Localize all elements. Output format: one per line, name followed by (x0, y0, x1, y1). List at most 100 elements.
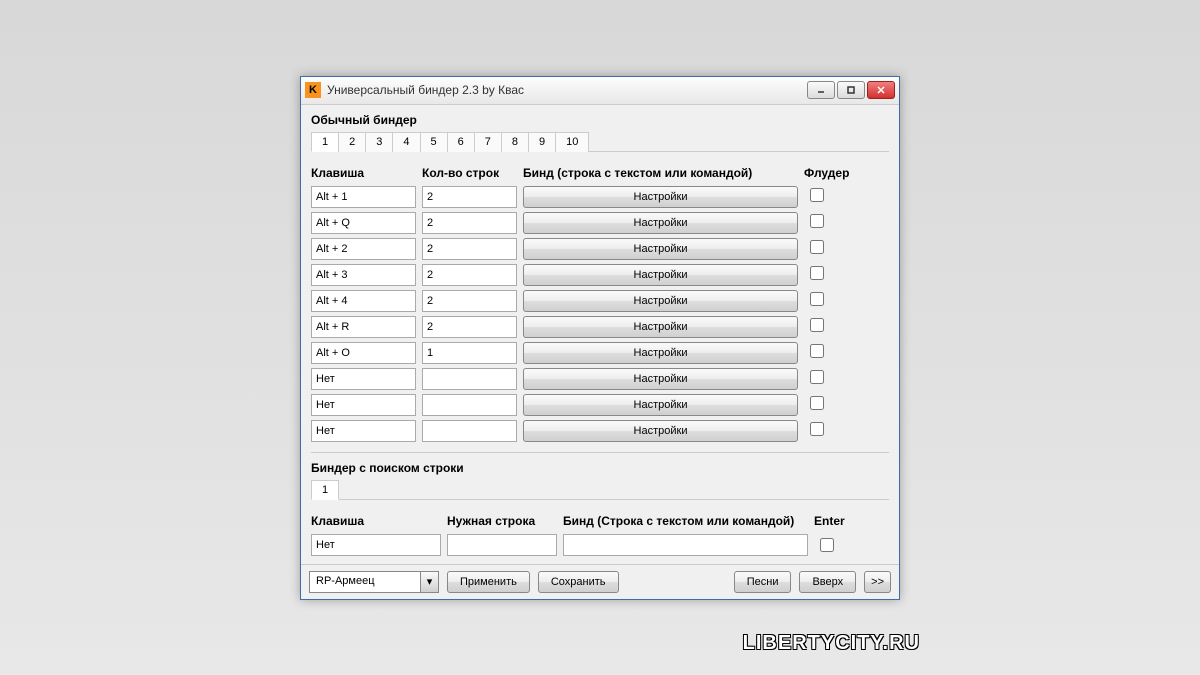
window-title: Универсальный биндер 2.3 by Квас (327, 83, 807, 97)
bind-row: Настройки (311, 238, 889, 260)
bind-row: Настройки (311, 342, 889, 364)
key-input[interactable] (311, 264, 416, 286)
key-input[interactable] (311, 316, 416, 338)
settings-button[interactable]: Настройки (523, 368, 798, 390)
songs-button[interactable]: Песни (734, 571, 792, 593)
header2-key: Клавиша (311, 514, 441, 528)
settings-button[interactable]: Настройки (523, 238, 798, 260)
key-input[interactable] (311, 368, 416, 390)
settings-button[interactable]: Настройки (523, 186, 798, 208)
search-needed-input[interactable] (447, 534, 557, 556)
window-controls (807, 81, 895, 99)
lines-input[interactable] (422, 368, 517, 390)
minimize-button[interactable] (807, 81, 835, 99)
section1-title: Обычный биндер (311, 113, 889, 127)
flooder-checkbox[interactable] (810, 344, 824, 358)
key-input[interactable] (311, 186, 416, 208)
section1-rows: Настройки Настройки Настройки Настройки Наст… (311, 186, 889, 442)
bind-row: Настройки (311, 394, 889, 416)
tab-1[interactable]: 1 (311, 132, 339, 152)
bind-row: Настройки (311, 420, 889, 442)
tab-7[interactable]: 7 (474, 132, 502, 152)
search-enter-checkbox[interactable] (820, 538, 834, 552)
settings-button[interactable]: Настройки (523, 394, 798, 416)
section2-tabs: 1 (311, 479, 889, 500)
lines-input[interactable] (422, 316, 517, 338)
lines-input[interactable] (422, 290, 517, 312)
chevron-down-icon: ▾ (420, 572, 438, 592)
titlebar: K Универсальный биндер 2.3 by Квас (301, 77, 899, 105)
flooder-checkbox[interactable] (810, 292, 824, 306)
profile-combo[interactable]: RP-Армеец ▾ (309, 571, 439, 593)
bind-row: Настройки (311, 316, 889, 338)
header2-enter: Enter (814, 514, 864, 528)
tab-8[interactable]: 8 (501, 132, 529, 152)
settings-button[interactable]: Настройки (523, 342, 798, 364)
up-button[interactable]: Вверх (799, 571, 856, 593)
app-icon: K (305, 82, 321, 98)
lines-input[interactable] (422, 394, 517, 416)
settings-button[interactable]: Настройки (523, 420, 798, 442)
divider (311, 452, 889, 453)
combo-value: RP-Армеец (310, 572, 420, 592)
flooder-checkbox[interactable] (810, 266, 824, 280)
lines-input[interactable] (422, 342, 517, 364)
flooder-checkbox[interactable] (810, 240, 824, 254)
section1-headers: Клавиша Кол-во строк Бинд (строка с текс… (311, 166, 889, 180)
key-input[interactable] (311, 212, 416, 234)
flooder-checkbox[interactable] (810, 318, 824, 332)
header2-bind: Бинд (Строка с текстом или командой) (563, 514, 808, 528)
section1-tabs: 12345678910 (311, 131, 889, 152)
tab-9[interactable]: 9 (528, 132, 556, 152)
close-button[interactable] (867, 81, 895, 99)
key-input[interactable] (311, 420, 416, 442)
tab-6[interactable]: 6 (447, 132, 475, 152)
maximize-button[interactable] (837, 81, 865, 99)
tab-2[interactable]: 2 (338, 132, 366, 152)
more-button[interactable]: >> (864, 571, 891, 593)
flooder-checkbox[interactable] (810, 396, 824, 410)
search-tab-1[interactable]: 1 (311, 480, 339, 500)
header-lines: Кол-во строк (422, 166, 517, 180)
bind-row: Настройки (311, 212, 889, 234)
key-input[interactable] (311, 238, 416, 260)
flooder-checkbox[interactable] (810, 214, 824, 228)
flooder-checkbox[interactable] (810, 370, 824, 384)
bind-row: Настройки (311, 186, 889, 208)
search-bind-input[interactable] (563, 534, 808, 556)
tab-10[interactable]: 10 (555, 132, 589, 152)
tab-4[interactable]: 4 (392, 132, 420, 152)
search-key-input[interactable] (311, 534, 441, 556)
app-window: K Универсальный биндер 2.3 by Квас Обычн… (300, 76, 900, 600)
bottombar: RP-Армеец ▾ Применить Сохранить Песни Вв… (301, 564, 899, 599)
flooder-checkbox[interactable] (810, 422, 824, 436)
lines-input[interactable] (422, 420, 517, 442)
lines-input[interactable] (422, 264, 517, 286)
key-input[interactable] (311, 342, 416, 364)
content-area: Обычный биндер 12345678910 Клавиша Кол-в… (301, 105, 899, 564)
lines-input[interactable] (422, 212, 517, 234)
header-bind: Бинд (строка с текстом или командой) (523, 166, 798, 180)
section2-headers: Клавиша Нужная строка Бинд (Строка с тек… (311, 514, 889, 528)
apply-button[interactable]: Применить (447, 571, 530, 593)
tab-3[interactable]: 3 (365, 132, 393, 152)
watermark: LIBERTYCITY.RU (743, 632, 920, 655)
lines-input[interactable] (422, 238, 517, 260)
settings-button[interactable]: Настройки (523, 264, 798, 286)
flooder-checkbox[interactable] (810, 188, 824, 202)
save-button[interactable]: Сохранить (538, 571, 619, 593)
header-flooder: Флудер (804, 166, 864, 180)
section2-title: Биндер с поиском строки (311, 461, 889, 475)
header-key: Клавиша (311, 166, 416, 180)
key-input[interactable] (311, 394, 416, 416)
tab-5[interactable]: 5 (420, 132, 448, 152)
key-input[interactable] (311, 290, 416, 312)
bind-row: Настройки (311, 368, 889, 390)
lines-input[interactable] (422, 186, 517, 208)
section2-row (311, 534, 889, 556)
settings-button[interactable]: Настройки (523, 290, 798, 312)
header2-needed: Нужная строка (447, 514, 557, 528)
settings-button[interactable]: Настройки (523, 212, 798, 234)
settings-button[interactable]: Настройки (523, 316, 798, 338)
bind-row: Настройки (311, 290, 889, 312)
